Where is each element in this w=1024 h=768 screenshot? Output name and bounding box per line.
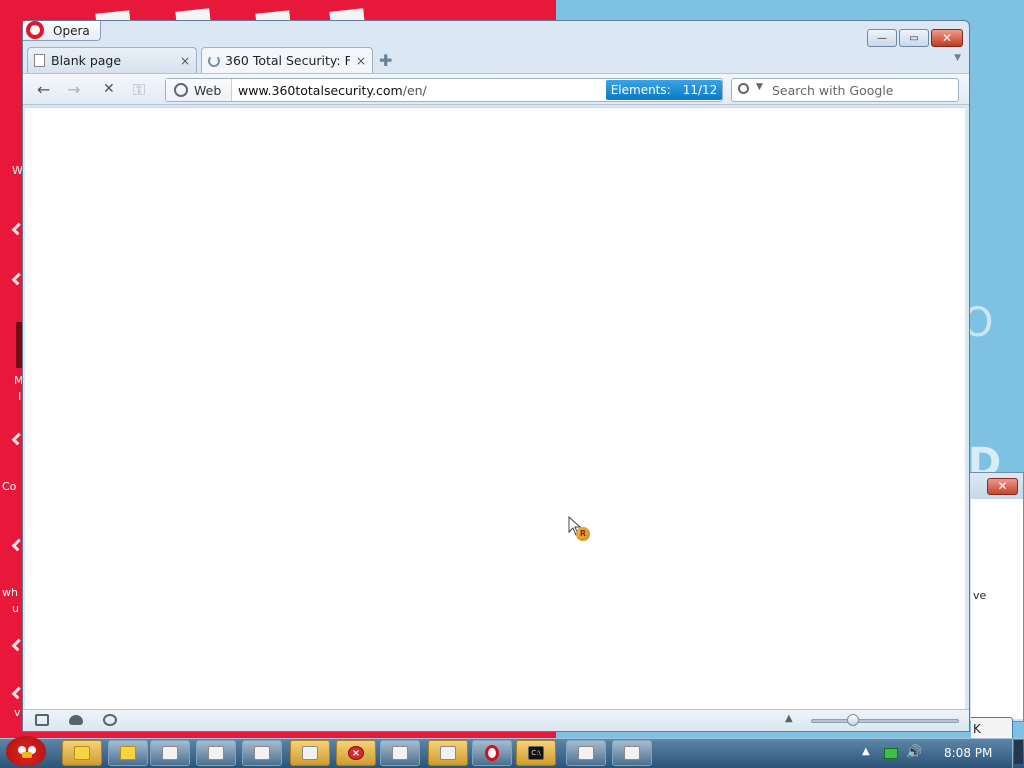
start-button-angry-bird-icon[interactable] — [6, 736, 46, 766]
installer-icon — [302, 746, 318, 760]
key-icon[interactable]: ⚿ — [133, 80, 145, 100]
zoom-slider-handle[interactable] — [847, 714, 859, 726]
cursor-badge-icon: R — [576, 527, 590, 541]
show-desktop-preview — [1014, 740, 1023, 764]
web-badge[interactable]: Web — [166, 79, 232, 101]
loading-spinner-icon — [208, 54, 220, 67]
desktop-icon-label[interactable]: v — [14, 706, 21, 719]
maximize-button[interactable]: ▭ — [899, 29, 929, 47]
address-bar[interactable]: Web www.360totalsecurity.com/en/ Element… — [165, 78, 723, 102]
document-icon — [578, 746, 594, 760]
taskbar-app-button[interactable] — [150, 740, 190, 766]
zoom-slider-track[interactable] — [811, 719, 959, 723]
url-domain: www.360totalsecurity.com — [238, 83, 403, 98]
tab-label: 360 Total Security: Fr... — [225, 53, 350, 68]
taskbar-app-button[interactable] — [290, 740, 330, 766]
search-icon — [738, 83, 749, 94]
taskbar-clock[interactable]: 8:08 PM — [944, 746, 992, 760]
bird-beak — [22, 752, 32, 758]
taskbar-app-button[interactable] — [566, 740, 606, 766]
taskbar-app-button[interactable] — [428, 740, 468, 766]
search-placeholder: Search with Google — [772, 83, 894, 98]
opera-icon — [485, 745, 499, 761]
desktop-icon-label[interactable]: Co — [2, 480, 16, 493]
elements-counter[interactable]: Elements: 11/12 — [606, 80, 722, 100]
close-window-button[interactable]: ✕ — [931, 29, 963, 47]
forward-arrow-icon[interactable]: → — [67, 80, 80, 99]
search-field[interactable]: ▼ Search with Google — [731, 78, 959, 102]
turbo-icon[interactable] — [103, 714, 117, 726]
error-icon: × — [348, 746, 364, 760]
navigation-bar: ← → ✕ ⚿ Web www.360totalsecurity.com/en/… — [23, 73, 969, 105]
explorer-icon — [162, 746, 178, 760]
tab-label: Blank page — [51, 53, 122, 68]
panel-toggle-icon[interactable] — [35, 714, 49, 726]
desktop-icon-label[interactable]: u — [12, 602, 19, 615]
network-icon — [440, 746, 456, 760]
back-arrow-icon[interactable]: ← — [37, 80, 50, 99]
show-desktop-button[interactable] — [1012, 738, 1024, 768]
opera-menu-label: Opera — [53, 24, 90, 38]
view-up-icon[interactable]: ▲ — [785, 713, 793, 724]
opera-menu-button[interactable]: Opera — [23, 21, 101, 41]
document-icon — [392, 746, 408, 760]
dialog-close-button[interactable]: ✕ — [987, 478, 1018, 495]
url-text[interactable]: www.360totalsecurity.com/en/ — [238, 83, 427, 98]
tab-bar: Blank page × 360 Total Security: Fr... ×… — [27, 47, 965, 73]
desktop-icon-label[interactable]: wh — [2, 586, 18, 599]
taskbar-app-button[interactable] — [612, 740, 652, 766]
window-icon — [624, 746, 640, 760]
window-controls: — ▭ ✕ — [867, 29, 963, 47]
window-titlebar[interactable]: Opera — ▭ ✕ — [23, 21, 969, 47]
status-bar: ▲ — [23, 709, 969, 731]
taskbar-opera-button[interactable] — [472, 740, 512, 766]
desktop-icon-label[interactable]: I — [18, 390, 21, 403]
volume-icon[interactable]: 🔊 — [906, 745, 922, 760]
taskbar-app-button[interactable] — [108, 740, 148, 766]
minimize-button[interactable]: — — [867, 29, 897, 47]
opera-browser-window[interactable]: Opera — ▭ ✕ Blank page × 360 Total Secur… — [22, 20, 970, 732]
elements-count: 11/12 — [682, 83, 718, 97]
web-badge-label: Web — [194, 82, 222, 98]
stop-icon[interactable]: ✕ — [103, 81, 115, 97]
page-icon — [34, 54, 45, 67]
new-tab-icon[interactable]: ✚ — [379, 51, 392, 70]
document-icon — [254, 746, 270, 760]
taskbar-app-button[interactable]: × — [336, 740, 376, 766]
elements-label: Elements: — [610, 83, 671, 97]
taskbar-app-button[interactable] — [380, 740, 420, 766]
tab-close-icon[interactable]: × — [356, 54, 366, 68]
background-dialog[interactable]: ✕ ve K — [968, 472, 1024, 741]
opera-logo-icon — [26, 21, 44, 39]
notepad-icon — [208, 746, 224, 760]
app-icon — [74, 746, 90, 760]
command-prompt-icon: C:\ — [528, 746, 544, 760]
chevron-down-icon[interactable]: ▼ — [756, 82, 763, 92]
taskbar-app-button[interactable] — [62, 740, 102, 766]
tab-menu-chevron-icon[interactable]: ▼ — [954, 53, 961, 63]
network-status-icon[interactable] — [884, 748, 898, 759]
tab-blank-page[interactable]: Blank page × — [27, 47, 197, 73]
dialog-text: ve — [973, 589, 987, 602]
dialog-body: ve K — [971, 499, 1023, 741]
web-page-content[interactable] — [25, 107, 965, 709]
tab-360-total-security[interactable]: 360 Total Security: Fr... × — [201, 47, 373, 73]
url-path: /en/ — [402, 83, 427, 98]
opera-unite-cloud-icon[interactable] — [69, 715, 83, 725]
folder-icon — [120, 746, 136, 760]
globe-icon — [174, 83, 188, 97]
tray-overflow-icon[interactable]: ▲ — [862, 746, 870, 757]
taskbar-app-button[interactable] — [196, 740, 236, 766]
tab-close-icon[interactable]: × — [180, 54, 190, 68]
taskbar-app-button[interactable] — [242, 740, 282, 766]
taskbar-cmd-button[interactable]: C:\ — [516, 740, 556, 766]
